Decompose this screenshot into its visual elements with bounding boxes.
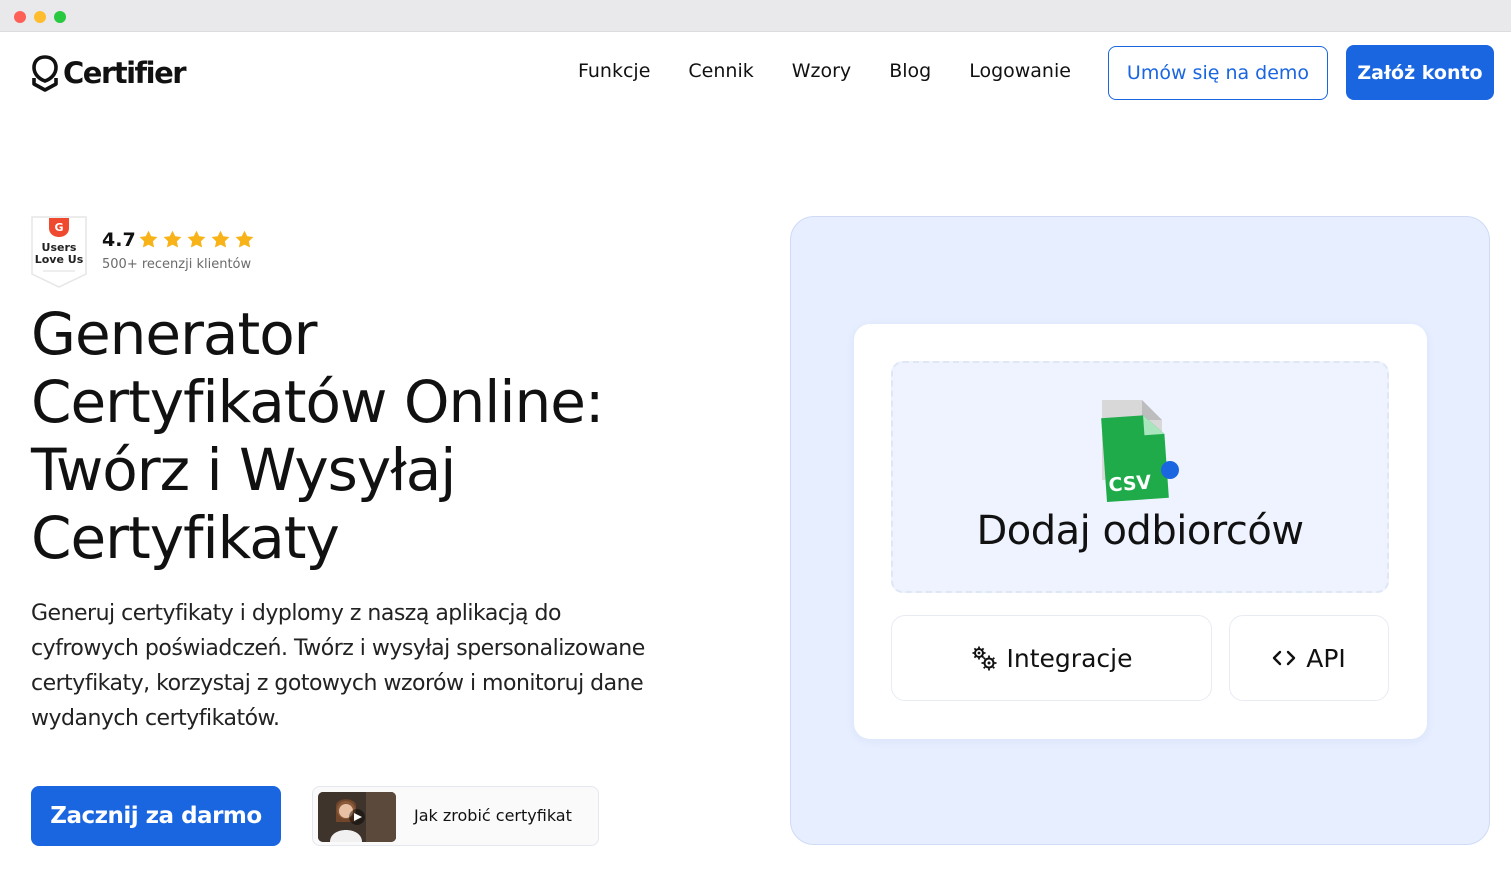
hero-title-line: Twórz i Wysyłaj <box>31 436 456 504</box>
csv-file-icon: CSV <box>1101 400 1179 503</box>
star-icon <box>187 230 206 248</box>
gears-icon <box>972 646 997 671</box>
g2-badge-icon: G Users Love Us <box>31 216 87 288</box>
star-icon <box>163 230 182 248</box>
g2-users-love-us-badge: G Users Love Us <box>31 216 87 288</box>
svg-text:G: G <box>54 221 63 234</box>
start-free-button[interactable]: Zacznij za darmo <box>31 786 281 846</box>
minimize-window-button[interactable] <box>34 11 46 23</box>
star-icon <box>139 230 158 248</box>
logo-text: Certifier <box>63 56 187 90</box>
nav-item-blog[interactable]: Blog <box>889 60 931 82</box>
svg-text:Love Us: Love Us <box>35 253 84 266</box>
hero-subtitle: Generuj certyfikaty i dyplomy z naszą ap… <box>31 601 645 731</box>
rating-value: 4.7 <box>102 229 136 251</box>
signup-button[interactable]: Załóż konto <box>1346 45 1494 100</box>
video-thumbnail <box>318 792 396 842</box>
hero-title-line: Certyfikaty <box>31 504 340 572</box>
reviews-count: 500+ recenzji klientów <box>102 257 252 272</box>
nav-item-cennik[interactable]: Cennik <box>688 60 753 82</box>
video-thumbnail-image <box>318 792 396 842</box>
maximize-window-button[interactable] <box>54 11 66 23</box>
video-tutorial-button[interactable]: Jak zrobić certyfikat <box>312 786 599 846</box>
star-icon <box>211 230 230 248</box>
integrations-button[interactable]: Integracje <box>891 615 1212 701</box>
video-label: Jak zrobić certyfikat <box>414 806 572 825</box>
star-icon <box>235 230 254 248</box>
integrations-label: Integracje <box>1006 643 1133 673</box>
hero-title: Generator Certyfikatów Online: Twórz i W… <box>31 300 671 572</box>
add-recipients-title: Dodaj odbiorców <box>976 508 1304 554</box>
code-brackets-icon <box>1273 650 1296 666</box>
window-titlebar <box>0 0 1511 32</box>
certifier-logo[interactable]: Certifier <box>31 54 187 92</box>
nav-item-funkcje[interactable]: Funkcje <box>578 60 650 82</box>
svg-text:CSV: CSV <box>1108 472 1152 497</box>
api-button[interactable]: API <box>1229 615 1389 701</box>
nav-item-wzory[interactable]: Wzory <box>792 60 851 82</box>
rating-stars <box>138 229 255 250</box>
api-label: API <box>1306 643 1346 673</box>
book-demo-button[interactable]: Umów się na demo <box>1108 46 1328 100</box>
main-nav: Funkcje Cennik Wzory Blog Logowanie <box>578 60 1071 82</box>
close-window-button[interactable] <box>14 11 26 23</box>
shield-logo-icon <box>32 55 58 92</box>
hero-title-line: Generator <box>31 300 318 368</box>
nav-item-logowanie[interactable]: Logowanie <box>969 60 1071 82</box>
hero-title-line: Certyfikatów Online: <box>31 368 604 436</box>
